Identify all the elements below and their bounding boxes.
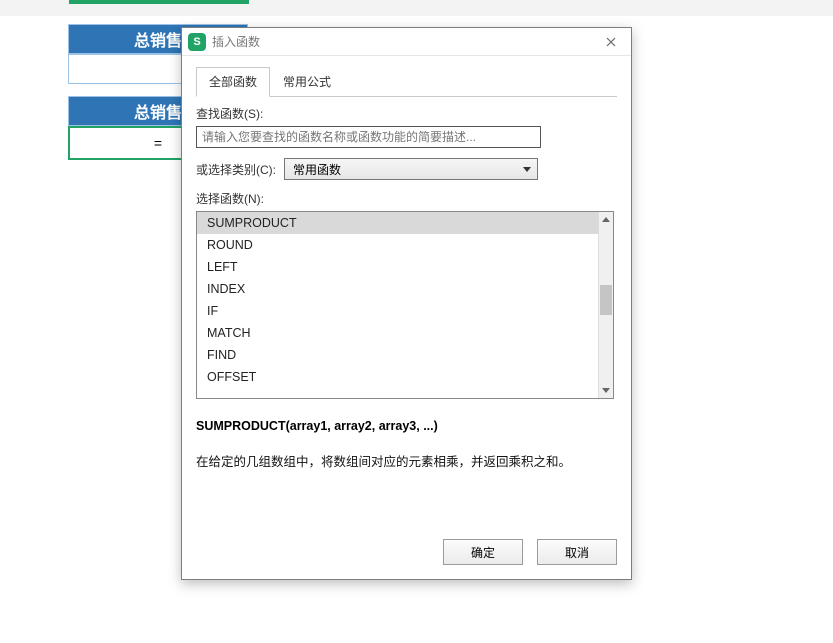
list-label: 选择函数(N): bbox=[196, 190, 617, 207]
sheet-green-accent bbox=[69, 0, 249, 4]
list-item[interactable]: MATCH bbox=[197, 322, 598, 344]
category-select[interactable]: 常用函数 bbox=[284, 158, 538, 180]
list-item[interactable]: LEFT bbox=[197, 256, 598, 278]
list-item[interactable]: FIND bbox=[197, 344, 598, 366]
dialog-title: 插入函数 bbox=[212, 33, 597, 50]
category-label: 或选择类别(C): bbox=[196, 161, 276, 178]
category-value: 常用函数 bbox=[293, 161, 341, 178]
cancel-button[interactable]: 取消 bbox=[537, 539, 617, 565]
caret-down-icon bbox=[602, 388, 610, 393]
close-icon bbox=[606, 37, 616, 47]
search-label: 查找函数(S): bbox=[196, 105, 617, 122]
ok-button[interactable]: 确定 bbox=[443, 539, 523, 565]
insert-function-dialog: S 插入函数 全部函数 常用公式 查找函数(S): 或选择类别(C): 常用函数… bbox=[181, 27, 632, 580]
caret-up-icon bbox=[602, 217, 610, 222]
list-item[interactable]: OFFSET bbox=[197, 366, 598, 388]
search-input[interactable] bbox=[196, 126, 541, 148]
function-signature: SUMPRODUCT(array1, array2, array3, ...) bbox=[196, 419, 617, 433]
scroll-up-button[interactable] bbox=[599, 212, 613, 227]
list-item[interactable]: INDEX bbox=[197, 278, 598, 300]
tab-common-formulas[interactable]: 常用公式 bbox=[270, 67, 344, 97]
app-icon: S bbox=[188, 33, 206, 51]
tab-bar: 全部函数 常用公式 bbox=[196, 66, 617, 97]
chevron-down-icon bbox=[523, 167, 531, 172]
scrollbar[interactable] bbox=[598, 212, 613, 398]
scroll-down-button[interactable] bbox=[599, 383, 613, 398]
close-button[interactable] bbox=[597, 31, 625, 53]
list-item[interactable]: SUMPRODUCT bbox=[197, 212, 598, 234]
tab-all-functions[interactable]: 全部函数 bbox=[196, 67, 270, 97]
dialog-titlebar: S 插入函数 bbox=[182, 28, 631, 56]
function-listbox[interactable]: SUMPRODUCT ROUND LEFT INDEX IF MATCH FIN… bbox=[196, 211, 614, 399]
function-description: 在给定的几组数组中，将数组间对应的元素相乘，并返回乘积之和。 bbox=[196, 453, 617, 472]
scroll-track[interactable] bbox=[599, 227, 613, 383]
scroll-thumb[interactable] bbox=[600, 285, 612, 315]
list-item[interactable]: ROUND bbox=[197, 234, 598, 256]
list-item[interactable]: IF bbox=[197, 300, 598, 322]
